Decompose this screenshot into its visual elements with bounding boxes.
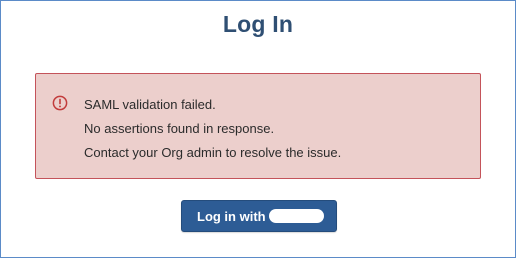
redacted-provider-name xyxy=(269,209,324,223)
error-message: SAML validation failed. No assertions fo… xyxy=(84,93,341,165)
page-title: Log In xyxy=(222,11,294,37)
login-button[interactable]: Log in with xyxy=(181,200,337,232)
alert-circle-icon xyxy=(52,95,68,111)
error-line-3: Contact your Org admin to resolve the is… xyxy=(84,145,342,160)
error-alert: SAML validation failed. No assertions fo… xyxy=(35,73,481,179)
error-line-1: SAML validation failed. xyxy=(84,97,216,112)
login-panel: Log In SAML validation failed. No assert… xyxy=(0,0,516,258)
login-button-label: Log in with xyxy=(197,209,266,224)
error-line-2: No assertions found in response. xyxy=(84,121,275,136)
